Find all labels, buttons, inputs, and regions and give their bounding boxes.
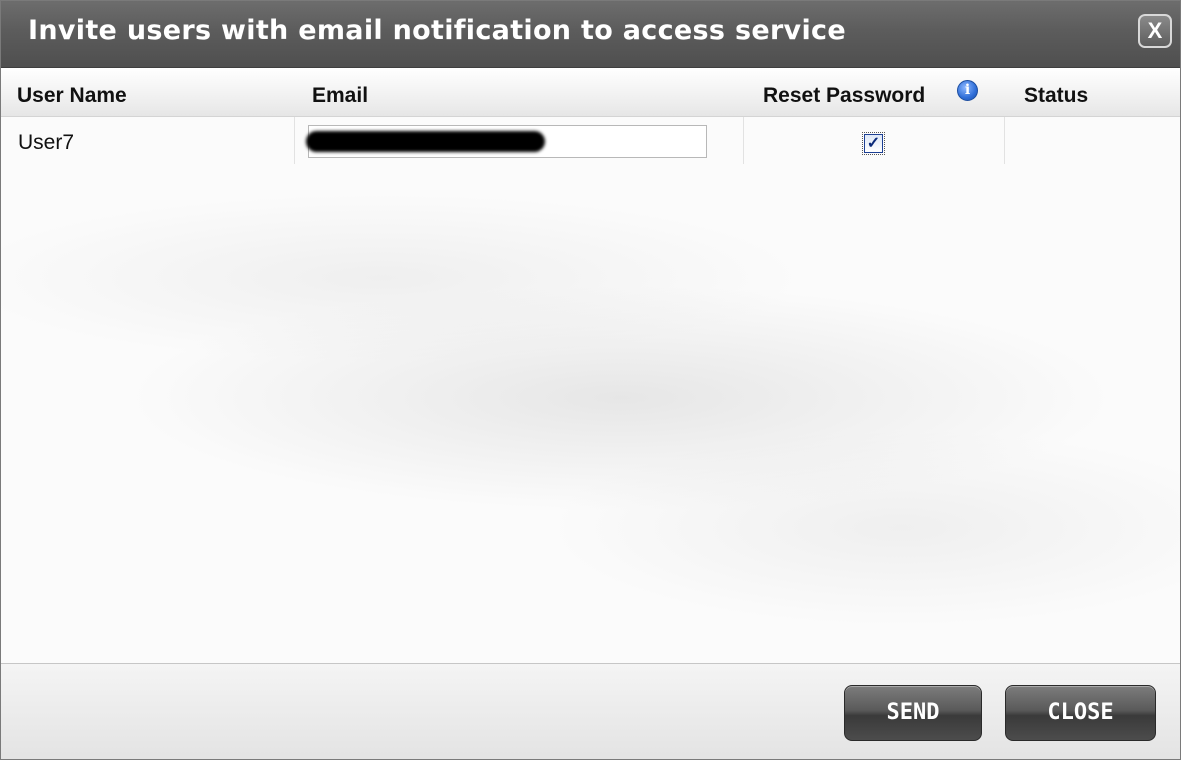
dialog-content: User Name Email Reset Password i Status … [1, 68, 1180, 663]
send-button[interactable]: SEND [844, 685, 982, 741]
close-button[interactable]: CLOSE [1005, 685, 1156, 741]
table-row: User7 ✓ [1, 117, 1180, 164]
dialog-title: Invite users with email notification to … [28, 15, 846, 46]
redaction-mark [306, 131, 545, 152]
column-header-user-name: User Name [17, 84, 127, 107]
dialog-footer: SEND CLOSE [1, 663, 1180, 759]
close-icon[interactable]: X [1138, 14, 1172, 48]
column-header-reset-password: Reset Password [763, 84, 926, 107]
column-header-email: Email [312, 84, 369, 107]
column-divider [743, 117, 744, 164]
table-header: User Name Email Reset Password i Status [1, 68, 1180, 117]
column-header-status: Status [1024, 84, 1089, 107]
column-divider [1004, 117, 1005, 164]
info-icon[interactable]: i [957, 80, 978, 101]
reset-password-checkbox[interactable]: ✓ [862, 132, 885, 155]
user-name-cell: User7 [18, 131, 75, 154]
invite-users-dialog: Invite users with email notification to … [0, 0, 1181, 760]
dialog-titlebar[interactable]: Invite users with email notification to … [1, 1, 1180, 68]
column-divider [294, 117, 295, 164]
